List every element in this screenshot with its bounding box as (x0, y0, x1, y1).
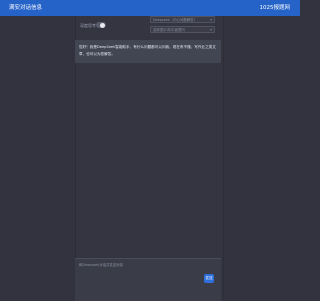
top-bar: 满安对话信息 1025报题网 (0, 0, 300, 16)
deep-think-toggle[interactable] (96, 22, 106, 28)
assistant-message-text: 您好！我是DeepSeek智能助手，有什么问题都可以问我。现在有不懂、写作业之类… (79, 45, 216, 56)
app-title: 满安对话信息 (9, 5, 43, 11)
chevron-down-icon: ▾ (210, 18, 212, 22)
settings-bar: 深度思考 Deepseek（中心问题解答） ▾ 选择提示词/中途提问 ▾ (75, 16, 222, 39)
model-select[interactable]: Deepseek（中心问题解答） ▾ (150, 16, 215, 23)
input-area: 发送 (75, 258, 221, 301)
assistant-message: 您好！我是DeepSeek智能助手，有什么问题都可以问我。现在有不懂、写作业之类… (75, 40, 221, 63)
header-right-link[interactable]: 1025报题网 (260, 4, 291, 12)
deep-think-label: 深度思考 (80, 23, 96, 28)
chevron-down-icon: ▾ (210, 28, 212, 32)
prompt-select[interactable]: 选择提示词/中途提问 ▾ (150, 26, 215, 33)
message-input[interactable] (79, 263, 189, 293)
model-select-value: Deepseek（中心问题解答） (153, 18, 197, 22)
toggle-knob (100, 22, 105, 28)
send-button[interactable]: 发送 (204, 274, 214, 283)
prompt-select-value: 选择提示词/中途提问 (153, 28, 185, 32)
